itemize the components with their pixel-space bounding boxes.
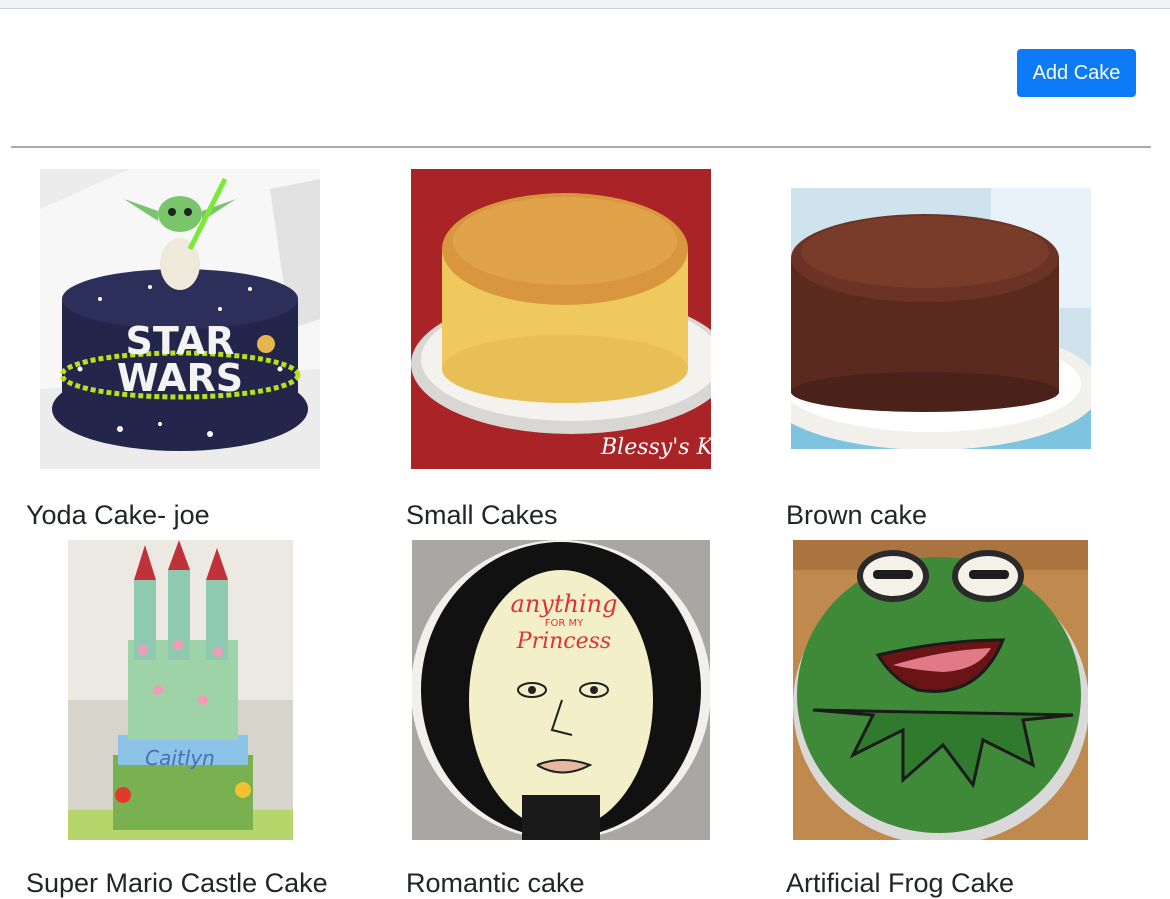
cake-title: Artificial Frog Cake bbox=[786, 868, 1015, 898]
svg-text:Princess: Princess bbox=[516, 629, 611, 654]
cake-image-romantic[interactable]: anything FOR MY Princess bbox=[412, 540, 710, 840]
cake-title: Super Mario Castle Cake bbox=[26, 868, 328, 898]
cake-message-line1: anything bbox=[511, 590, 618, 618]
cake-image-brown[interactable] bbox=[791, 188, 1091, 449]
watermark-text: Blessy's Kit bbox=[600, 435, 711, 460]
cake-title: Small Cakes bbox=[406, 500, 558, 530]
header-divider bbox=[11, 146, 1151, 148]
cake-image-mario-castle[interactable]: Caitlyn bbox=[68, 540, 293, 840]
cake-title: Brown cake bbox=[786, 500, 928, 530]
svg-text:FOR MY: FOR MY bbox=[545, 618, 584, 629]
cake-name-text: Caitlyn bbox=[145, 746, 215, 770]
browser-chrome-strip bbox=[0, 0, 1170, 9]
cake-title: Yoda Cake- joe bbox=[26, 500, 210, 530]
add-cake-button[interactable]: Add Cake bbox=[1017, 49, 1136, 97]
cake-title: Romantic cake bbox=[406, 868, 585, 898]
cake-image-small[interactable]: Blessy's Kit bbox=[411, 169, 711, 469]
cake-image-frog[interactable] bbox=[793, 540, 1088, 840]
cake-image-yoda[interactable]: STAR WARS bbox=[40, 169, 320, 469]
svg-text:WARS: WARS bbox=[117, 356, 243, 400]
